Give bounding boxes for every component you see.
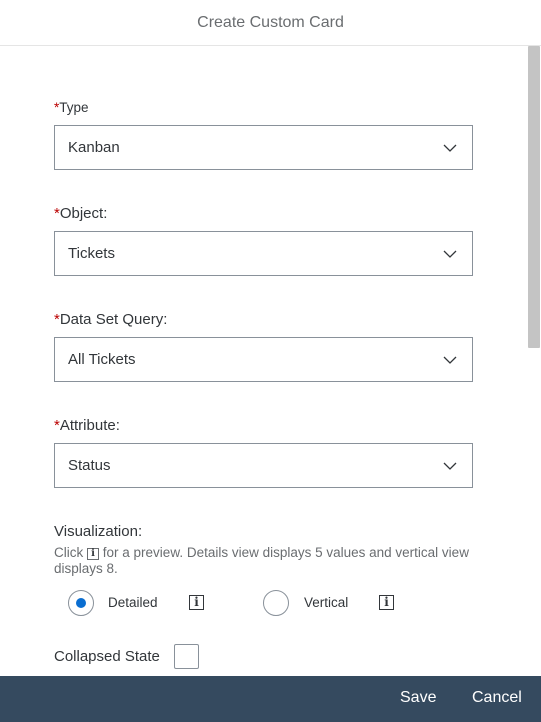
dialog-content: *Type Kanban *Object: Tickets *Data Set … <box>0 46 527 676</box>
visualization-label: Visualization: <box>54 523 143 540</box>
type-select[interactable]: Kanban <box>54 125 473 170</box>
chevron-down-icon <box>443 356 457 364</box>
collapsed-state-checkbox[interactable] <box>174 644 199 669</box>
create-custom-card-dialog: Create Custom Card *Type Kanban *Object:… <box>0 0 541 722</box>
type-select-value: Kanban <box>68 139 120 156</box>
radio-selected-dot <box>76 598 86 608</box>
scrollbar-thumb[interactable] <box>528 46 540 348</box>
query-label: *Data Set Query: <box>54 311 167 328</box>
attribute-label-text: Attribute: <box>59 417 120 434</box>
collapsed-state-label: Collapsed State <box>54 648 160 665</box>
query-select-value: All Tickets <box>68 351 136 368</box>
attribute-label: *Attribute: <box>54 417 120 434</box>
detailed-info-icon[interactable]: i <box>189 595 204 610</box>
radio-detailed-label: Detailed <box>108 595 158 610</box>
info-icon: i <box>87 548 100 560</box>
hint-text-end: for a preview. Details view displays 5 v… <box>54 545 469 576</box>
type-label: *Type <box>54 100 89 115</box>
hint-text-start: Click <box>54 545 84 560</box>
object-label-text: Object: <box>59 205 108 222</box>
chevron-down-icon <box>443 144 457 152</box>
attribute-select-value: Status <box>68 457 111 474</box>
attribute-select[interactable]: Status <box>54 443 473 488</box>
cancel-button[interactable]: Cancel <box>472 689 522 707</box>
chevron-down-icon <box>443 462 457 470</box>
radio-vertical[interactable] <box>263 590 289 616</box>
object-select[interactable]: Tickets <box>54 231 473 276</box>
object-label: *Object: <box>54 205 107 222</box>
dialog-title: Create Custom Card <box>197 13 344 31</box>
dialog-header: Create Custom Card <box>0 0 541 46</box>
query-label-text: Data Set Query: <box>59 311 168 328</box>
radio-vertical-label: Vertical <box>304 595 349 610</box>
type-label-text: Type <box>59 100 89 115</box>
object-select-value: Tickets <box>68 245 115 262</box>
visualization-hint: Click i for a preview. Details view disp… <box>54 545 474 577</box>
chevron-down-icon <box>443 250 457 258</box>
query-select[interactable]: All Tickets <box>54 337 473 382</box>
dialog-footer: Save Cancel <box>0 676 541 722</box>
vertical-info-icon[interactable]: i <box>379 595 394 610</box>
save-button[interactable]: Save <box>400 689 436 707</box>
radio-detailed[interactable] <box>68 590 94 616</box>
